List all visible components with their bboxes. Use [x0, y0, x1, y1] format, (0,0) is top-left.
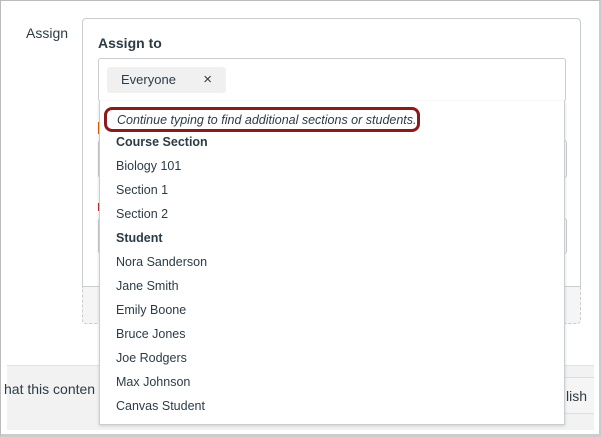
- list-item[interactable]: Canvas Student: [116, 399, 205, 413]
- group-header: Course Section: [116, 135, 208, 149]
- list-item[interactable]: Section 2: [116, 207, 168, 221]
- close-icon[interactable]: ×: [203, 71, 212, 88]
- list-item[interactable]: Nora Sanderson: [116, 255, 207, 269]
- footer-notice: hat this conten: [4, 381, 96, 397]
- list-item[interactable]: Section 1: [116, 183, 168, 197]
- list-item[interactable]: Bruce Jones: [116, 327, 185, 341]
- assign-dropdown: Continue typing to find additional secti…: [99, 101, 565, 425]
- list-item[interactable]: Emily Boone: [116, 303, 186, 317]
- list-item[interactable]: Joe Rodgers: [116, 351, 187, 365]
- everyone-chip: Everyone ×: [107, 67, 226, 93]
- chip-label: Everyone: [121, 72, 176, 87]
- publish-button[interactable]: lish: [562, 377, 594, 414]
- assign-label: Assign: [26, 25, 69, 41]
- group-header: Student: [116, 231, 163, 245]
- list-item[interactable]: Jane Smith: [116, 279, 179, 293]
- list-item[interactable]: Biology 101: [116, 159, 181, 173]
- list-item[interactable]: Max Johnson: [116, 375, 190, 389]
- assign-to-label: Assign to: [98, 35, 162, 51]
- search-hint: Continue typing to find additional secti…: [104, 107, 420, 132]
